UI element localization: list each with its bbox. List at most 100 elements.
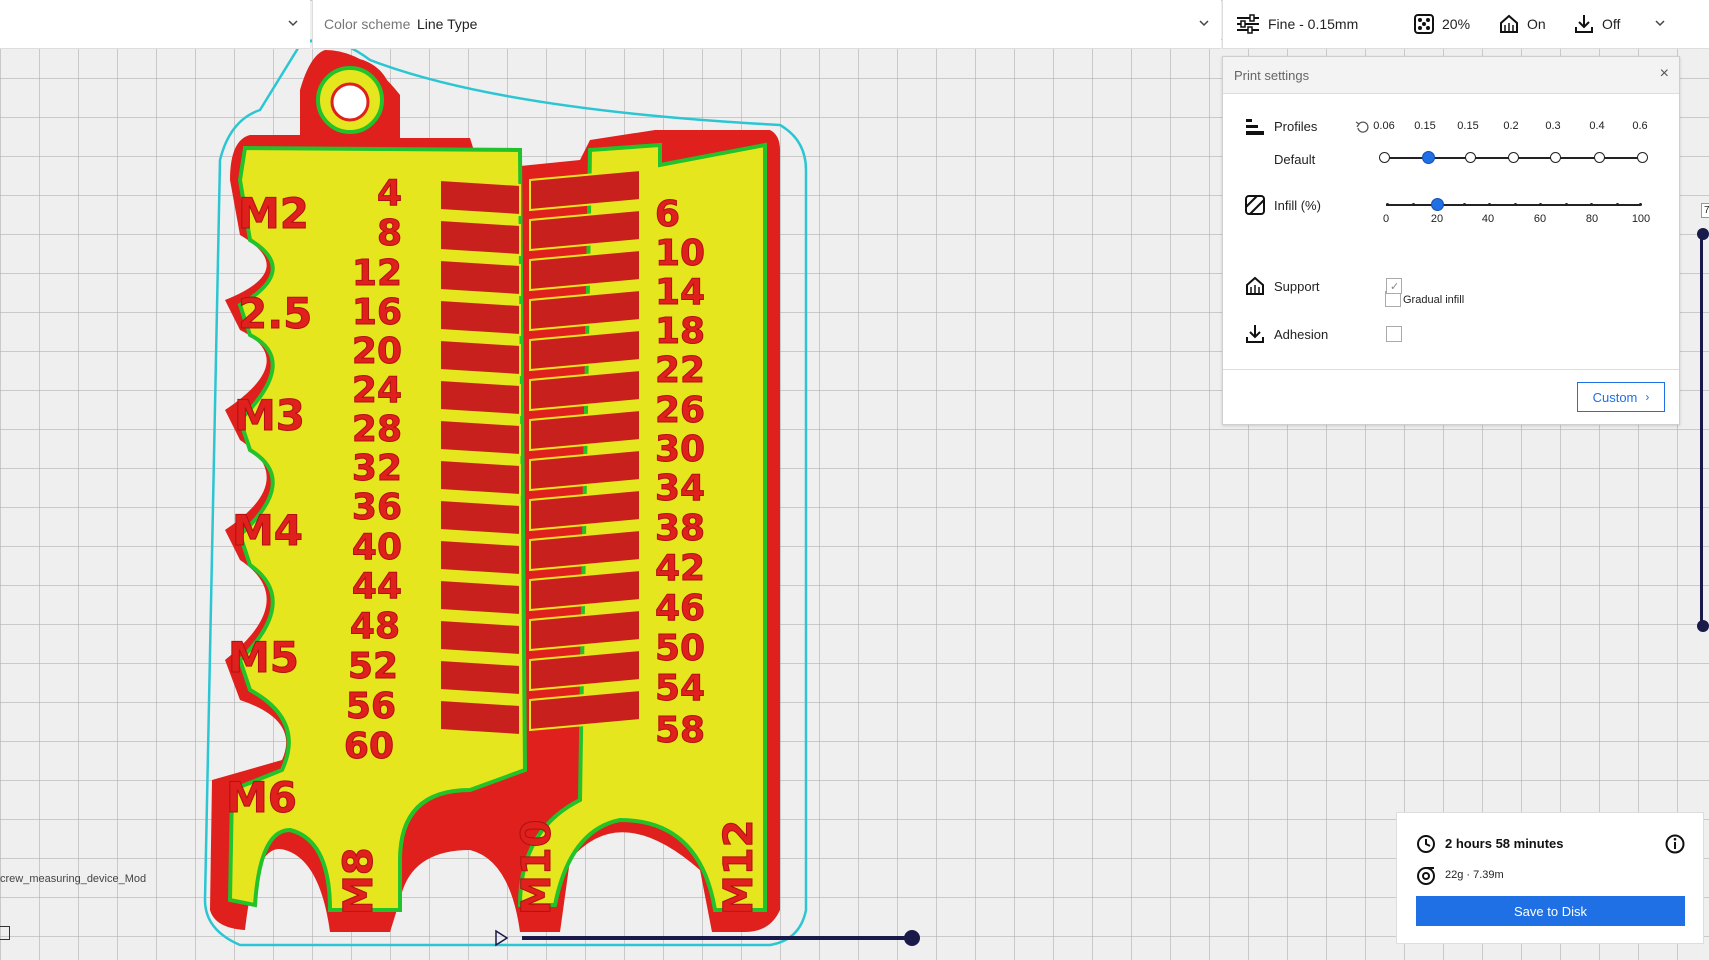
model-number-left: 12 [352, 253, 402, 294]
layer-scrubber [495, 929, 920, 947]
model-number-right: 58 [655, 710, 705, 751]
profile-tick: 0.3 [1545, 120, 1561, 132]
save-to-disk-label: Save to Disk [1514, 903, 1587, 919]
adhesion-summary-label: Off [1602, 16, 1621, 32]
model-label-m10: M10 [514, 820, 560, 915]
panel-header: Print settings × [1223, 57, 1679, 94]
support-icon [1246, 276, 1264, 295]
spool-icon [1417, 867, 1435, 885]
model-number-left: 56 [346, 686, 396, 727]
model-label-m8: M8 [336, 847, 382, 915]
clock-icon [1417, 835, 1435, 853]
vertical-layer-handle-top[interactable] [1697, 228, 1709, 240]
chevron-right-icon: › [1645, 390, 1650, 404]
infill-tick: 40 [1481, 213, 1495, 225]
print-time: 2 hours 58 minutes [1445, 836, 1564, 851]
adhesion-icon [1246, 325, 1264, 343]
infill-slider-track[interactable] [1386, 204, 1640, 206]
model-number-left: 20 [352, 331, 402, 372]
profile-summary[interactable]: Fine - 0.15mm [1236, 12, 1358, 36]
model-number-right: 30 [655, 429, 705, 470]
model-number-right: 18 [655, 311, 705, 352]
model-number-left: 28 [352, 409, 402, 450]
model-number-left: 44 [352, 566, 402, 607]
layer-scrubber-track [522, 936, 912, 940]
profile-tick: 0.15 [1457, 120, 1479, 132]
profile-default-label: Default [1274, 152, 1316, 167]
model-number-right: 22 [655, 350, 705, 391]
gradual-infill-label: Gradual infill [1403, 294, 1465, 306]
infill-tick: 60 [1533, 213, 1547, 225]
infill-label: Infill (%) [1274, 198, 1321, 213]
material-selector[interactable] [0, 0, 310, 49]
object-name-label: crew_measuring_device_Mod [0, 873, 147, 885]
infill-summary[interactable]: 20% [1414, 12, 1470, 36]
color-scheme-value: Line Type [417, 16, 478, 32]
model-number-left: 4 [377, 173, 402, 214]
panel-divider [1223, 369, 1679, 370]
print-estimate-panel: 2 hours 58 minutes 22g · 7.39m Save to D… [1396, 812, 1704, 944]
profile-slider-handle[interactable] [1422, 151, 1435, 164]
color-scheme-selector[interactable]: Color scheme Line Type [312, 0, 1221, 49]
save-to-disk-button[interactable]: Save to Disk [1416, 896, 1685, 926]
chevron-down-icon [288, 20, 298, 27]
model-number-left: 40 [352, 527, 402, 568]
model-number-left: 60 [344, 726, 394, 767]
model-number-right: 42 [655, 548, 705, 589]
profile-slider-stop[interactable] [1550, 152, 1561, 163]
support-summary-label: On [1527, 16, 1546, 32]
layer-number-label: 76 [1701, 203, 1709, 218]
model-number-left: 48 [350, 606, 400, 647]
profile-tick: 0.6 [1632, 120, 1648, 132]
model-label-2-5: 2.5 [238, 289, 312, 338]
model-number-left: 16 [352, 292, 402, 333]
model-number-left: 52 [348, 646, 398, 687]
profile-slider-stop[interactable] [1379, 152, 1390, 163]
infill-icon [1414, 14, 1434, 34]
profile-slider-stop[interactable] [1465, 152, 1476, 163]
model-number-left: 36 [352, 487, 402, 528]
object-list-icon[interactable] [0, 926, 10, 940]
support-summary[interactable]: On [1499, 12, 1546, 36]
panel-title: Print settings [1234, 68, 1310, 83]
model-label-m4: M4 [232, 506, 303, 555]
model-number-right: 14 [655, 272, 705, 313]
chevron-down-icon [1199, 20, 1209, 27]
model-number-right: 26 [655, 390, 705, 431]
model-number-right: 46 [655, 588, 705, 629]
adhesion-summary[interactable]: Off [1574, 12, 1620, 36]
info-icon[interactable] [1665, 834, 1685, 854]
checkmark-icon: ✓ [1390, 281, 1400, 293]
model-number-right: 38 [655, 508, 705, 549]
print-settings-toggle[interactable]: Fine - 0.15mm 20% On Off [1222, 0, 1709, 49]
support-icon [1500, 14, 1518, 33]
model-number-right: 50 [655, 628, 705, 669]
support-checkbox[interactable]: ✓ [1386, 278, 1402, 294]
custom-button[interactable]: Custom › [1577, 382, 1665, 412]
color-scheme-label: Color scheme [324, 16, 411, 32]
close-icon[interactable]: × [1660, 65, 1669, 83]
adhesion-checkbox[interactable] [1386, 326, 1402, 342]
model-label-m5: M5 [228, 633, 299, 682]
sliders-icon [1237, 14, 1259, 34]
top-toolbar: Color scheme Line Type Fine - 0.15mm 20% [0, 0, 1709, 49]
infill-slider-handle[interactable] [1431, 198, 1444, 211]
model-label-m3: M3 [234, 391, 305, 440]
vertical-layer-handle-bottom[interactable] [1697, 620, 1709, 632]
profiles-icon [1246, 119, 1264, 135]
model-number-right: 10 [655, 233, 705, 274]
profile-slider-stop[interactable] [1508, 152, 1519, 163]
support-label: Support [1274, 279, 1320, 294]
model-number-right: 34 [655, 468, 705, 509]
profile-tick: 0.15 [1414, 120, 1436, 132]
infill-tick: 0 [1382, 213, 1390, 225]
print-settings-panel: Print settings × Profiles Default 0.06 0… [1222, 56, 1680, 425]
adhesion-icon [1575, 15, 1593, 33]
vertical-layer-slider[interactable] [1700, 230, 1703, 630]
profile-slider-stop[interactable] [1594, 152, 1605, 163]
material-usage: 22g · 7.39m [1445, 869, 1504, 881]
model-label-m12: M12 [716, 820, 762, 915]
model-label-m2: M2 [238, 189, 309, 238]
chevron-down-icon [1655, 20, 1665, 27]
profile-slider-stop[interactable] [1637, 152, 1648, 163]
